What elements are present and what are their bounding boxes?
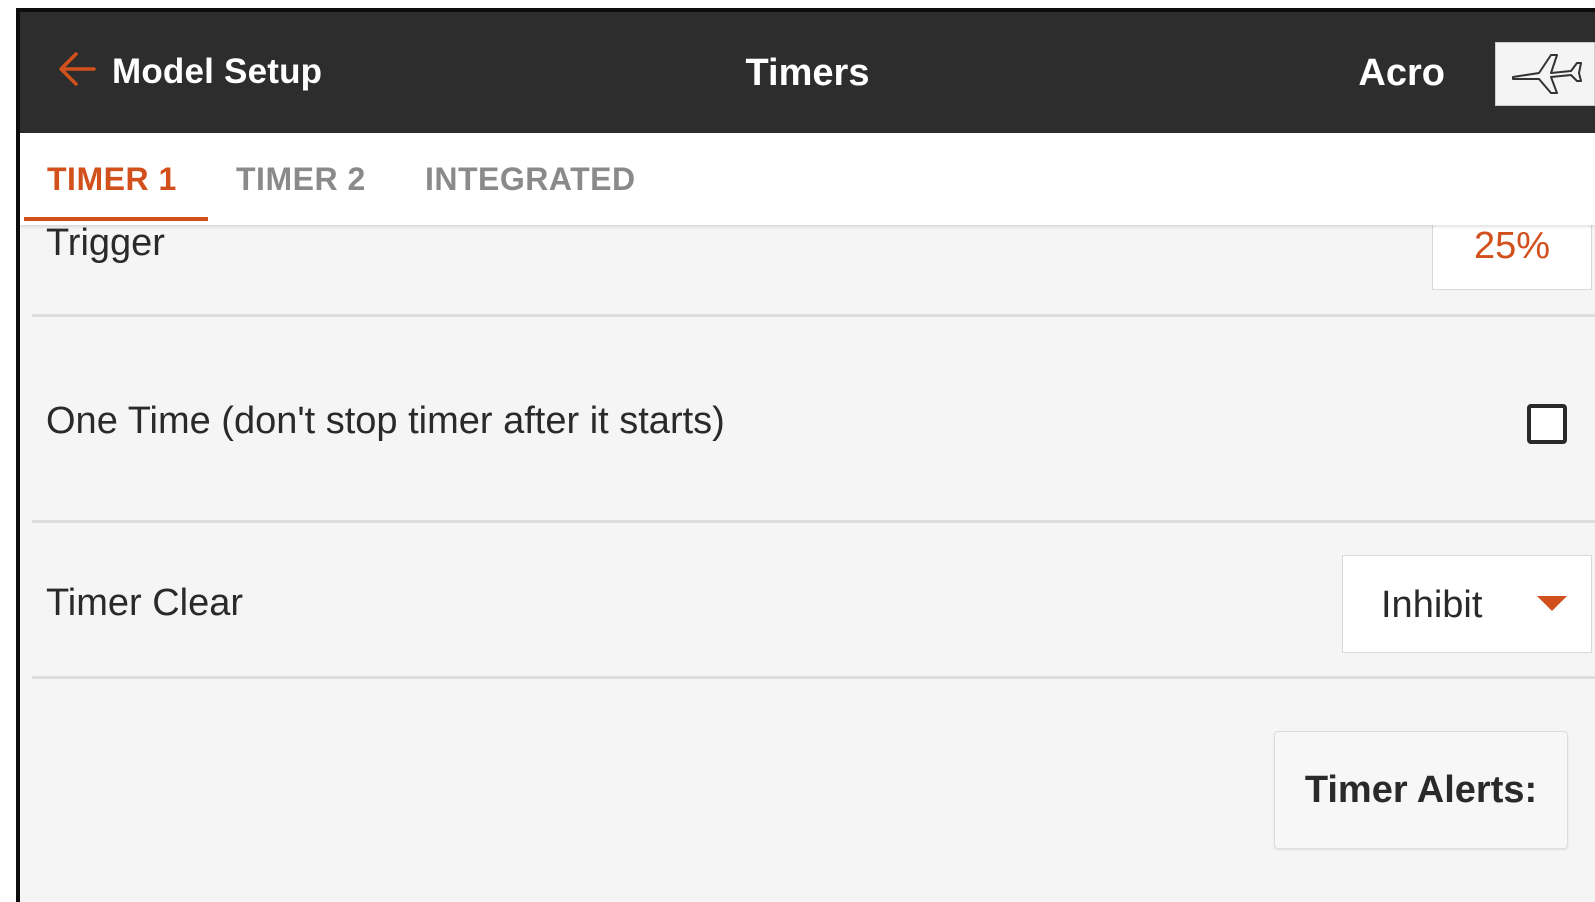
tab-timer-2[interactable]: TIMER 2	[236, 161, 366, 198]
divider	[32, 520, 1595, 523]
model-type-button[interactable]	[1495, 42, 1595, 106]
timer-clear-label: Timer Clear	[46, 582, 244, 624]
one-time-checkbox[interactable]	[1527, 404, 1567, 444]
timer-clear-dropdown[interactable]: Inhibit	[1342, 555, 1592, 653]
timer-alerts-button[interactable]: Timer Alerts:	[1274, 731, 1568, 849]
trigger-label: Trigger	[46, 222, 165, 264]
active-tab-indicator	[24, 217, 208, 221]
flight-mode-label: Acro	[1358, 52, 1445, 94]
page-frame: Model Setup Timers Acro TIMER 1 TIMER 2 …	[0, 0, 1595, 902]
one-time-label: One Time (don't stop timer after it star…	[46, 400, 725, 442]
airplane-icon	[1505, 47, 1585, 102]
divider	[32, 676, 1595, 679]
tab-bar: TIMER 1 TIMER 2 INTEGRATED	[20, 133, 1595, 225]
transmitter-screen: Model Setup Timers Acro TIMER 1 TIMER 2 …	[16, 8, 1595, 902]
timer-clear-value: Inhibit	[1381, 584, 1483, 626]
tab-integrated[interactable]: INTEGRATED	[425, 161, 636, 198]
header-bar: Model Setup Timers Acro	[20, 12, 1595, 133]
divider	[32, 314, 1595, 317]
tab-timer-1[interactable]: TIMER 1	[47, 161, 177, 198]
caret-down-icon	[1537, 596, 1567, 611]
